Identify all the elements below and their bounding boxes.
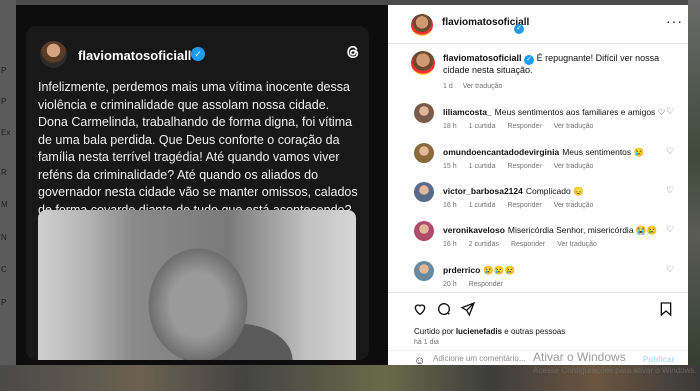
heart-icon[interactable]: ♡ xyxy=(666,185,674,196)
comment-username[interactable]: prderrico xyxy=(443,265,480,275)
list-item: omundoencantadodevirginia Meus sentimento… xyxy=(388,143,688,183)
more-options-icon[interactable]: ··· xyxy=(666,13,683,29)
list-item: victor_barbosa2124 Complicado 😞 16 h 1 curt… xyxy=(388,182,688,222)
reply-button[interactable]: Responder xyxy=(469,281,503,288)
reply-button[interactable]: Responder xyxy=(507,123,541,130)
emoji-icon[interactable]: ☺ xyxy=(414,355,425,367)
comment-time: 16 h xyxy=(443,202,457,209)
verified-icon: ✓ xyxy=(524,53,535,65)
windows-activation-subtitle: Acesse Configurações para ativar o Windo… xyxy=(533,366,697,375)
comment-icon[interactable] xyxy=(436,301,452,317)
background-sidebar-letter: P xyxy=(1,66,7,75)
comment-likes[interactable]: 1 curtida xyxy=(469,163,496,170)
divider xyxy=(388,43,688,44)
comment-time: 20 h xyxy=(443,281,457,288)
comment-text-line: veronikaveloso Misericórdia Senhor, miser… xyxy=(443,225,668,236)
background-sidebar: P P Ex R M N C P xyxy=(0,0,16,391)
threads-card: flaviomatosoficiall ✓ Infelizmente, perd… xyxy=(26,26,369,360)
avatar[interactable] xyxy=(414,261,434,281)
comment-meta: 15 h 1 curtida Responder Ver tradução xyxy=(443,163,605,170)
caption-time: 1 d xyxy=(443,83,453,90)
comment-username[interactable]: veronikaveloso xyxy=(443,225,505,235)
background-right-strip xyxy=(688,0,700,391)
threads-icon xyxy=(347,45,359,59)
reply-button[interactable]: Responder xyxy=(511,241,545,248)
comment-username[interactable]: omundoencantadodevirginia xyxy=(443,147,559,157)
liked-by: Curtido por lucienefadis e outras pessoa… xyxy=(414,327,565,336)
avatar[interactable] xyxy=(411,51,435,75)
avatar[interactable] xyxy=(414,221,434,241)
translate-link[interactable]: Ver tradução xyxy=(557,241,597,248)
comment-meta: 20 h Responder xyxy=(443,281,515,288)
comment-meta: 16 h 1 curtida Responder Ver tradução xyxy=(443,202,605,209)
translate-link[interactable]: Ver tradução xyxy=(554,202,594,209)
background-sidebar-letter: Ex xyxy=(1,128,11,137)
translate-link[interactable]: Ver tradução xyxy=(554,163,594,170)
background-sidebar-letter: P xyxy=(1,298,7,307)
avatar[interactable] xyxy=(411,14,433,36)
threads-avatar xyxy=(40,41,67,68)
comment-text-line: prderrico 😢😢😢 xyxy=(443,265,668,276)
publish-button[interactable]: Publicar xyxy=(643,355,675,364)
comment-meta: 18 h 1 curtida Responder Ver tradução xyxy=(443,123,605,130)
translate-link[interactable]: Ver tradução xyxy=(463,83,503,90)
avatar[interactable] xyxy=(414,143,434,163)
avatar[interactable] xyxy=(414,103,434,123)
bookmark-icon[interactable] xyxy=(658,301,674,317)
background-sidebar-letter: N xyxy=(1,233,7,242)
comments-panel: flaviomatosoficiall ✓ ··· flaviomatosofi… xyxy=(388,5,688,367)
threads-post-text: Infelizmente, perdemos mais uma vítima i… xyxy=(38,80,358,217)
comment-time: 18 h xyxy=(443,123,457,130)
liked-by-prefix: Curtido por xyxy=(414,327,454,336)
comment-text-line: liliamcosta_ Meus sentimentos aos familia… xyxy=(443,107,668,118)
comment-text: 😢😢😢 xyxy=(483,265,516,275)
heart-icon[interactable]: ♡ xyxy=(666,106,674,117)
comment-time: 15 h xyxy=(443,163,457,170)
post-modal: flaviomatosoficiall ✓ Infelizmente, perd… xyxy=(16,5,688,367)
heart-icon[interactable]: ♡ xyxy=(666,264,674,275)
comment-text: Meus sentimentos 😢 xyxy=(562,147,645,157)
background-sidebar-letter: R xyxy=(1,168,7,177)
liked-by-user[interactable]: lucienefadis xyxy=(456,327,502,336)
heart-icon[interactable]: ♡ xyxy=(666,224,674,235)
heart-icon[interactable] xyxy=(412,301,428,317)
comment-likes[interactable]: 1 curtida xyxy=(469,123,496,130)
threads-username: flaviomatosoficiall xyxy=(78,48,192,63)
comment-text-line: omundoencantadodevirginia Meus sentimento… xyxy=(443,147,668,158)
verified-icon: ✓ xyxy=(514,17,524,35)
post-image: flaviomatosoficiall ✓ Infelizmente, perd… xyxy=(16,5,388,365)
comment-text: Complicado 😞 xyxy=(525,186,584,196)
comment-username[interactable]: victor_barbosa2124 xyxy=(443,186,523,196)
comment-time: 16 h xyxy=(443,241,457,248)
list-item: prderrico 😢😢😢 20 h Responder ♡ xyxy=(388,261,688,301)
comment-meta: 16 h 2 curtidas Responder Ver tradução xyxy=(443,241,609,248)
comment-username[interactable]: liliamcosta_ xyxy=(443,107,492,117)
post-photo xyxy=(38,210,356,360)
share-icon[interactable] xyxy=(460,301,476,317)
list-item: veronikaveloso Misericórdia Senhor, miser… xyxy=(388,221,688,261)
caption: flaviomatosoficiall ✓ É repugnante! Difí… xyxy=(443,53,681,76)
background-sidebar-letter: M xyxy=(1,200,8,209)
background-sidebar-letter: P xyxy=(1,97,7,106)
liked-by-suffix[interactable]: e outras pessoas xyxy=(504,327,565,336)
comment-text: Misericórdia Senhor, misericórdia 😭😢 xyxy=(507,225,658,235)
verified-icon: ✓ xyxy=(191,47,205,61)
comment-likes[interactable]: 2 curtidas xyxy=(469,241,499,248)
comment-likes[interactable]: 1 curtida xyxy=(469,202,496,209)
caption-meta: 1 d Ver tradução xyxy=(443,83,510,90)
post-time: há 1 dia xyxy=(414,339,439,346)
list-item: liliamcosta_ Meus sentimentos aos familia… xyxy=(388,103,688,143)
divider xyxy=(388,292,688,293)
comment-text: Meus sentimentos aos familiares e amigos… xyxy=(494,107,666,117)
reply-button[interactable]: Responder xyxy=(507,163,541,170)
windows-activation-title: Ativar o Windows xyxy=(533,350,626,364)
comment-text-line: victor_barbosa2124 Complicado 😞 xyxy=(443,186,668,197)
avatar[interactable] xyxy=(414,182,434,202)
translate-link[interactable]: Ver tradução xyxy=(554,123,594,130)
heart-icon[interactable]: ♡ xyxy=(666,146,674,157)
reply-button[interactable]: Responder xyxy=(507,202,541,209)
caption-username[interactable]: flaviomatosoficiall xyxy=(443,53,522,63)
background-sidebar-letter: C xyxy=(1,265,7,274)
